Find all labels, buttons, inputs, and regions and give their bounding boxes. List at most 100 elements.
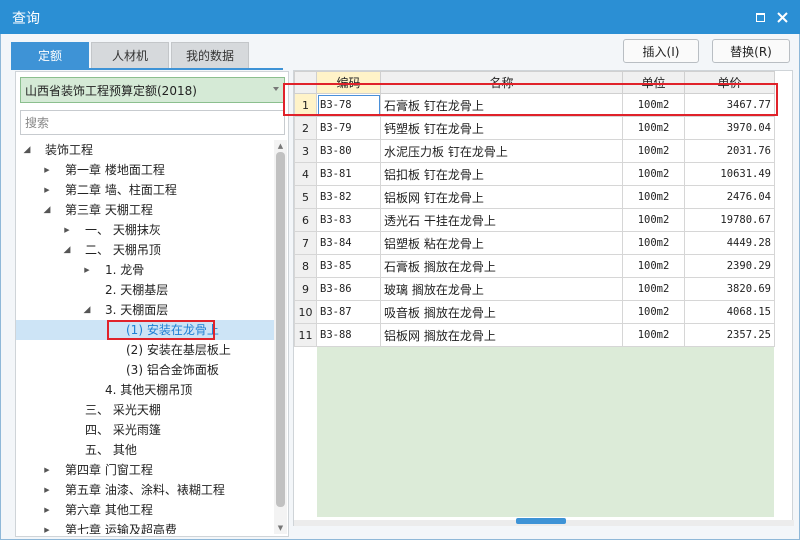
name-cell[interactable]: 石膏板 钉在龙骨上 [380, 93, 623, 117]
unit-cell[interactable]: 100m2 [622, 139, 685, 163]
row-number-cell[interactable]: 7 [294, 231, 317, 255]
table-row[interactable]: 6 B3-83 透光石 干挂在龙骨上 100m2 19780.67 [294, 208, 775, 232]
expand-arrow-icon[interactable]: ▶ [82, 260, 92, 280]
unit-cell[interactable]: 100m2 [622, 254, 685, 278]
row-number-cell[interactable]: 5 [294, 185, 317, 209]
replace-button[interactable]: 替换(R) [712, 39, 790, 63]
row-number-cell[interactable]: 4 [294, 162, 317, 186]
tree-node[interactable]: (2) 安装在基层板上 [16, 340, 274, 360]
price-cell[interactable]: 4068.15 [684, 300, 775, 324]
tree-node[interactable]: ▶ 第四章 门窗工程 [16, 460, 274, 480]
close-button[interactable] [774, 9, 790, 25]
row-number-cell[interactable]: 1 [294, 93, 317, 117]
table-row[interactable]: 7 B3-84 铝塑板 粘在龙骨上 100m2 4449.28 [294, 231, 775, 255]
name-cell[interactable]: 石膏板 搁放在龙骨上 [380, 254, 623, 278]
code-cell[interactable]: B3-81 [316, 162, 381, 186]
table-row[interactable]: 3 B3-80 水泥压力板 钉在龙骨上 100m2 2031.76 [294, 139, 775, 163]
tree-node[interactable]: ◢ 3. 天棚面层 [16, 300, 274, 320]
collapse-arrow-icon[interactable]: ◢ [82, 300, 92, 320]
code-cell[interactable]: B3-80 [316, 139, 381, 163]
tree-node[interactable]: ▶ 1. 龙骨 [16, 260, 274, 280]
name-cell[interactable]: 铝板网 钉在龙骨上 [380, 185, 623, 209]
expand-arrow-icon[interactable]: ▶ [42, 160, 52, 180]
price-cell[interactable]: 4449.28 [684, 231, 775, 255]
tree-node[interactable]: ▶ 第五章 油漆、涂料、裱糊工程 [16, 480, 274, 500]
table-row[interactable]: 1 B3-78 石膏板 钉在龙骨上 100m2 3467.77 [294, 93, 775, 117]
tree-node[interactable]: ◢ 二、 天棚吊顶 [16, 240, 274, 260]
row-number-cell[interactable]: 9 [294, 277, 317, 301]
code-cell[interactable]: B3-79 [316, 116, 381, 140]
row-number-cell[interactable]: 3 [294, 139, 317, 163]
tab-labor-material-machine[interactable]: 人材机 [91, 42, 169, 68]
tab-quota[interactable]: 定额 [11, 42, 89, 68]
price-cell[interactable]: 2357.25 [684, 323, 775, 347]
unit-cell[interactable]: 100m2 [622, 277, 685, 301]
expand-arrow-icon[interactable]: ▶ [42, 480, 52, 500]
tree-node[interactable]: ▶ 第一章 楼地面工程 [16, 160, 274, 180]
code-cell[interactable]: B3-83 [316, 208, 381, 232]
collapse-arrow-icon[interactable]: ◢ [62, 240, 72, 260]
tree-node[interactable]: ▶ 第六章 其他工程 [16, 500, 274, 520]
unit-cell[interactable]: 100m2 [622, 162, 685, 186]
table-row[interactable]: 5 B3-82 铝板网 钉在龙骨上 100m2 2476.04 [294, 185, 775, 209]
name-cell[interactable]: 钙塑板 钉在龙骨上 [380, 116, 623, 140]
quota-library-select[interactable]: 山西省装饰工程预算定额(2018) [20, 77, 285, 103]
table-row[interactable]: 2 B3-79 钙塑板 钉在龙骨上 100m2 3970.04 [294, 116, 775, 140]
name-cell[interactable]: 水泥压力板 钉在龙骨上 [380, 139, 623, 163]
code-cell[interactable]: B3-88 [316, 323, 381, 347]
code-cell[interactable]: B3-84 [316, 231, 381, 255]
header-name[interactable]: 名称 [380, 71, 623, 94]
expand-arrow-icon[interactable]: ▶ [42, 500, 52, 520]
tree-node[interactable]: ▶ 第七章 运输及超高费 [16, 520, 274, 534]
header-code[interactable]: 编码 [316, 71, 381, 94]
expand-arrow-icon[interactable]: ▶ [42, 180, 52, 200]
maximize-button[interactable] [752, 9, 768, 25]
name-cell[interactable]: 吸音板 搁放在龙骨上 [380, 300, 623, 324]
row-number-cell[interactable]: 6 [294, 208, 317, 232]
header-unit[interactable]: 单位 [622, 71, 685, 94]
unit-cell[interactable]: 100m2 [622, 208, 685, 232]
price-cell[interactable]: 10631.49 [684, 162, 775, 186]
table-row[interactable]: 9 B3-86 玻璃 搁放在龙骨上 100m2 3820.69 [294, 277, 775, 301]
tree-node[interactable]: 4. 其他天棚吊顶 [16, 380, 274, 400]
collapse-arrow-icon[interactable]: ◢ [22, 140, 32, 160]
tree-node[interactable]: 四、 采光雨篷 [16, 420, 274, 440]
unit-cell[interactable]: 100m2 [622, 323, 685, 347]
panel-splitter-handle[interactable] [516, 518, 566, 524]
tree-node[interactable]: (3) 铝合金饰面板 [16, 360, 274, 380]
search-input[interactable] [20, 110, 285, 135]
table-row[interactable]: 8 B3-85 石膏板 搁放在龙骨上 100m2 2390.29 [294, 254, 775, 278]
tree-node[interactable]: ◢ 装饰工程 [16, 140, 274, 160]
insert-button[interactable]: 插入(I) [623, 39, 699, 63]
header-price[interactable]: 单价 [684, 71, 775, 94]
table-row[interactable]: 4 B3-81 铝扣板 钉在龙骨上 100m2 10631.49 [294, 162, 775, 186]
row-number-cell[interactable]: 10 [294, 300, 317, 324]
tree-node[interactable]: (1) 安装在龙骨上 [16, 320, 274, 340]
code-cell[interactable]: B3-87 [316, 300, 381, 324]
unit-cell[interactable]: 100m2 [622, 231, 685, 255]
row-number-cell[interactable]: 2 [294, 116, 317, 140]
name-cell[interactable]: 玻璃 搁放在龙骨上 [380, 277, 623, 301]
code-cell[interactable]: B3-82 [316, 185, 381, 209]
unit-cell[interactable]: 100m2 [622, 300, 685, 324]
code-cell[interactable]: B3-78 [316, 93, 381, 117]
name-cell[interactable]: 铝扣板 钉在龙骨上 [380, 162, 623, 186]
unit-cell[interactable]: 100m2 [622, 116, 685, 140]
tree-node[interactable]: 2. 天棚基层 [16, 280, 274, 300]
tree-node[interactable]: 三、 采光天棚 [16, 400, 274, 420]
price-cell[interactable]: 2031.76 [684, 139, 775, 163]
tree-node[interactable]: ▶ 第二章 墙、柱面工程 [16, 180, 274, 200]
name-cell[interactable]: 铝塑板 粘在龙骨上 [380, 231, 623, 255]
code-cell[interactable]: B3-85 [316, 254, 381, 278]
price-cell[interactable]: 3467.77 [684, 93, 775, 117]
unit-cell[interactable]: 100m2 [622, 93, 685, 117]
table-row[interactable]: 11 B3-88 铝板网 搁放在龙骨上 100m2 2357.25 [294, 323, 775, 347]
price-cell[interactable]: 3820.69 [684, 277, 775, 301]
price-cell[interactable]: 2390.29 [684, 254, 775, 278]
row-number-cell[interactable]: 8 [294, 254, 317, 278]
expand-arrow-icon[interactable]: ▶ [42, 520, 52, 534]
scroll-up-icon[interactable]: ▲ [276, 142, 285, 150]
unit-cell[interactable]: 100m2 [622, 185, 685, 209]
tree-node[interactable]: ◢ 第三章 天棚工程 [16, 200, 274, 220]
price-cell[interactable]: 2476.04 [684, 185, 775, 209]
